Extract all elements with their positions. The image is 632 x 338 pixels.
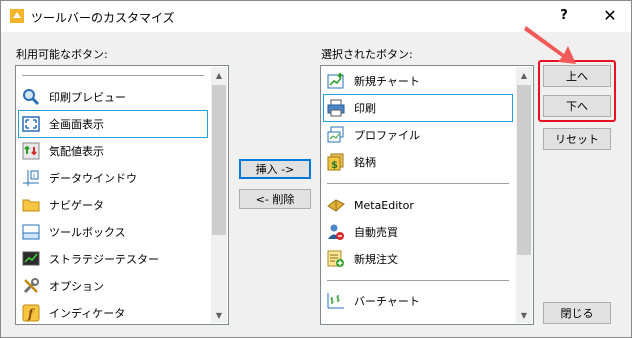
list-item[interactable]: f インディケータ: [19, 300, 207, 324]
list-item[interactable]: オプション: [19, 273, 207, 299]
market-watch-icon: [21, 141, 41, 161]
svg-text:i: i: [33, 172, 35, 180]
new-chart-icon: [326, 71, 346, 91]
list-item[interactable]: バーチャート: [324, 288, 512, 314]
app-icon: [10, 9, 24, 23]
list-item[interactable]: 新規チャート: [324, 68, 512, 94]
available-buttons-label: 利用可能なボタン:: [16, 48, 108, 61]
list-item[interactable]: ストラテジーテスター: [19, 246, 207, 272]
print-preview-icon: [21, 87, 41, 107]
symbols-icon: $: [326, 152, 346, 172]
toolbox-icon: [21, 222, 41, 242]
scroll-up-arrow-icon[interactable]: ▲: [516, 67, 532, 83]
list-item[interactable]: $ 銘柄: [324, 149, 512, 175]
close-button[interactable]: 閉じる: [543, 302, 611, 324]
separator: [22, 75, 204, 76]
window-title: ツールバーのカスタマイズ: [31, 11, 175, 25]
new-order-icon: [326, 249, 346, 269]
list-item[interactable]: 自動売買: [324, 219, 512, 245]
auto-trading-icon: [326, 222, 346, 242]
list-item[interactable]: i データウインドウ: [19, 165, 207, 191]
selected-buttons-list[interactable]: 新規チャート 印刷 プロファイル $ 銘柄 MetaEditor 自動売買 新規…: [320, 65, 534, 325]
available-list-scrollbar[interactable]: ▲ ▼: [211, 67, 227, 323]
annotation-highlight-box: [538, 60, 616, 122]
list-item[interactable]: 新規注文: [324, 246, 512, 272]
scroll-down-arrow-icon[interactable]: ▼: [516, 307, 532, 323]
delete-button[interactable]: <- 削除: [239, 189, 311, 209]
scroll-thumb[interactable]: [212, 85, 226, 235]
bar-chart-icon: [326, 291, 346, 311]
metaeditor-icon: [326, 195, 346, 215]
insert-button[interactable]: 挿入 ->: [239, 159, 311, 179]
options-icon: [21, 276, 41, 296]
separator: [327, 183, 509, 184]
list-item[interactable]: 印刷: [323, 94, 513, 122]
available-buttons-list[interactable]: 印刷プレビュー 全画面表示 気配値表示 i データウインドウ ナビゲータ ツール…: [15, 65, 229, 325]
svg-text:$: $: [331, 160, 338, 171]
indicator-icon: f: [21, 303, 41, 323]
selected-buttons-label: 選択されたボタン:: [321, 48, 413, 61]
data-window-icon: i: [21, 168, 41, 188]
reset-button[interactable]: リセット: [543, 128, 611, 150]
list-item[interactable]: ツールボックス: [19, 219, 207, 245]
selected-list-scrollbar[interactable]: ▲ ▼: [516, 67, 532, 323]
profile-icon: [326, 125, 346, 145]
list-item[interactable]: MetaEditor: [324, 192, 512, 218]
scroll-up-arrow-icon[interactable]: ▲: [211, 67, 227, 83]
fullscreen-icon: [21, 114, 41, 134]
print-icon: [326, 98, 346, 118]
close-window-button[interactable]: ✕: [595, 4, 625, 28]
annotation-arrow-icon: [524, 26, 576, 64]
strategy-tester-icon: [21, 249, 41, 269]
separator: [327, 280, 509, 281]
list-item[interactable]: 気配値表示: [19, 138, 207, 164]
navigator-icon: [21, 195, 41, 215]
list-item[interactable]: 印刷プレビュー: [19, 84, 207, 110]
list-item[interactable]: プロファイル: [324, 122, 512, 148]
scroll-down-arrow-icon[interactable]: ▼: [211, 307, 227, 323]
list-item[interactable]: 全画面表示: [18, 110, 208, 138]
scroll-thumb[interactable]: [517, 85, 531, 255]
list-item[interactable]: ナビゲータ: [19, 192, 207, 218]
